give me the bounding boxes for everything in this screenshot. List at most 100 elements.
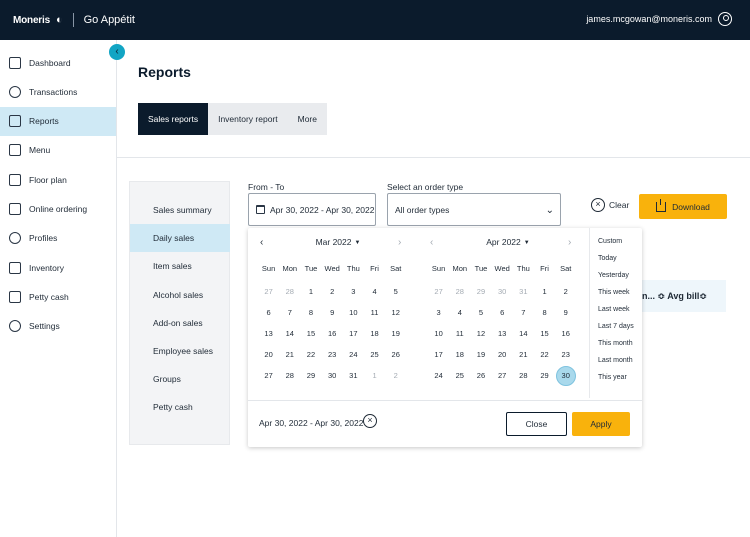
calendar-day[interactable]: 29 bbox=[300, 366, 321, 386]
close-button[interactable]: Close bbox=[506, 412, 567, 436]
calendar-day[interactable]: 30 bbox=[322, 366, 343, 386]
calendar-day[interactable]: 20 bbox=[492, 345, 513, 365]
calendar-day[interactable]: 13 bbox=[258, 324, 279, 344]
calendar-day[interactable]: 22 bbox=[534, 345, 555, 365]
calendar-day[interactable]: 3 bbox=[343, 282, 364, 302]
user-circle-icon[interactable] bbox=[718, 12, 732, 26]
calendar-day[interactable]: 23 bbox=[555, 345, 576, 365]
calendar-day[interactable]: 26 bbox=[385, 345, 406, 365]
calendar-day[interactable]: 9 bbox=[322, 303, 343, 323]
clear-range-icon[interactable]: × bbox=[363, 414, 377, 428]
calendar-day[interactable]: 12 bbox=[470, 324, 491, 344]
report-type-daily-sales[interactable]: Daily sales bbox=[130, 224, 230, 253]
calendar-day[interactable]: 6 bbox=[492, 303, 513, 323]
calendar-day[interactable]: 4 bbox=[364, 282, 385, 302]
download-button[interactable]: Download bbox=[639, 194, 727, 219]
table-header-partial[interactable]: n... ≎ Avg bill≎ bbox=[642, 280, 726, 312]
preset-today[interactable]: Today bbox=[598, 255, 617, 262]
calendar-day[interactable]: 1 bbox=[300, 282, 321, 302]
brand[interactable]: Moneris ◐ Go Appétit bbox=[13, 13, 135, 27]
date-range-field[interactable]: Apr 30, 2022 - Apr 30, 2022 bbox=[248, 193, 376, 226]
calendar-day[interactable]: 1 bbox=[534, 282, 555, 302]
calendar-day[interactable]: 2 bbox=[555, 282, 576, 302]
calendar-day[interactable]: 15 bbox=[534, 324, 555, 344]
calendar-day[interactable]: 17 bbox=[343, 324, 364, 344]
tab-sales-reports[interactable]: Sales reports bbox=[138, 103, 209, 135]
apply-button[interactable]: Apply bbox=[572, 412, 630, 436]
sidebar-item-dashboard[interactable]: Dashboard bbox=[0, 48, 116, 77]
calendar-day[interactable]: 2 bbox=[322, 282, 343, 302]
calendar-day[interactable]: 6 bbox=[258, 303, 279, 323]
report-type-sales-summary[interactable]: Sales summary bbox=[130, 196, 230, 224]
calendar-day[interactable]: 25 bbox=[449, 366, 470, 386]
sidebar-item-floor-plan[interactable]: Floor plan bbox=[0, 165, 116, 194]
prev-month-icon[interactable]: ‹ bbox=[430, 237, 433, 248]
calendar-day[interactable]: 22 bbox=[300, 345, 321, 365]
calendar-day[interactable]: 26 bbox=[470, 366, 491, 386]
calendar-day[interactable]: 18 bbox=[364, 324, 385, 344]
calendar-day[interactable]: 25 bbox=[364, 345, 385, 365]
month-title[interactable]: Mar 2022 ▼ bbox=[308, 237, 368, 247]
calendar-day[interactable]: 12 bbox=[385, 303, 406, 323]
calendar-day[interactable]: 23 bbox=[322, 345, 343, 365]
next-month-icon[interactable]: › bbox=[568, 237, 571, 248]
sidebar-item-menu[interactable]: Menu bbox=[0, 136, 116, 165]
calendar-day[interactable]: 21 bbox=[513, 345, 534, 365]
calendar-day[interactable]: 5 bbox=[385, 282, 406, 302]
calendar-day[interactable]: 4 bbox=[449, 303, 470, 323]
calendar-day[interactable]: 3 bbox=[428, 303, 449, 323]
calendar-day[interactable]: 31 bbox=[343, 366, 364, 386]
calendar-day[interactable]: 28 bbox=[513, 366, 534, 386]
calendar-day[interactable]: 29 bbox=[534, 366, 555, 386]
preset-last-week[interactable]: Last week bbox=[598, 306, 630, 313]
calendar-day[interactable]: 5 bbox=[470, 303, 491, 323]
report-type-employee-sales[interactable]: Employee sales bbox=[130, 337, 230, 365]
calendar-day[interactable]: 11 bbox=[364, 303, 385, 323]
calendar-day[interactable]: 10 bbox=[343, 303, 364, 323]
calendar-day[interactable]: 24 bbox=[343, 345, 364, 365]
report-type-add-on-sales[interactable]: Add-on sales bbox=[130, 309, 230, 337]
calendar-day[interactable]: 14 bbox=[513, 324, 534, 344]
report-type-alcohol-sales[interactable]: Alcohol sales bbox=[130, 281, 230, 309]
calendar-day[interactable]: 8 bbox=[300, 303, 321, 323]
calendar-day[interactable]: 28 bbox=[279, 366, 300, 386]
sidebar-item-reports[interactable]: Reports bbox=[0, 106, 116, 136]
calendar-day[interactable]: 10 bbox=[428, 324, 449, 344]
sidebar-item-inventory[interactable]: Inventory bbox=[0, 253, 116, 282]
report-type-groups[interactable]: Groups bbox=[130, 365, 230, 393]
preset-last-7-days[interactable]: Last 7 days bbox=[598, 323, 634, 330]
preset-custom[interactable]: Custom bbox=[598, 238, 622, 245]
calendar-day[interactable]: 27 bbox=[258, 366, 279, 386]
calendar-day[interactable]: 15 bbox=[300, 324, 321, 344]
calendar-day[interactable]: 19 bbox=[385, 324, 406, 344]
preset-this-week[interactable]: This week bbox=[598, 289, 630, 296]
calendar-day[interactable]: 8 bbox=[534, 303, 555, 323]
calendar-day[interactable]: 21 bbox=[279, 345, 300, 365]
sidebar-item-petty-cash[interactable]: Petty cash bbox=[0, 282, 116, 311]
preset-yesterday[interactable]: Yesterday bbox=[598, 272, 629, 279]
calendar-day[interactable]: 27 bbox=[492, 366, 513, 386]
report-type-item-sales[interactable]: Item sales bbox=[130, 252, 230, 280]
calendar-day[interactable]: 13 bbox=[492, 324, 513, 344]
calendar-day[interactable]: 24 bbox=[428, 366, 449, 386]
preset-this-month[interactable]: This month bbox=[598, 340, 633, 347]
next-month-icon[interactable]: › bbox=[398, 237, 401, 248]
tab-inventory-report[interactable]: Inventory report bbox=[208, 103, 288, 135]
user-menu[interactable]: james.mcgowan@moneris.com bbox=[586, 12, 732, 26]
calendar-day[interactable]: 16 bbox=[555, 324, 576, 344]
preset-last-month[interactable]: Last month bbox=[598, 357, 633, 364]
calendar-day[interactable]: 11 bbox=[449, 324, 470, 344]
sidebar-item-settings[interactable]: Settings bbox=[0, 312, 116, 341]
sidebar-item-transactions[interactable]: Transactions bbox=[0, 77, 116, 106]
calendar-day[interactable]: 9 bbox=[555, 303, 576, 323]
clear-filters-button[interactable]: × Clear bbox=[591, 198, 629, 212]
calendar-day[interactable]: 16 bbox=[322, 324, 343, 344]
calendar-day[interactable]: 19 bbox=[470, 345, 491, 365]
calendar-day[interactable]: 7 bbox=[513, 303, 534, 323]
calendar-day[interactable]: 18 bbox=[449, 345, 470, 365]
sidebar-item-profiles[interactable]: Profiles bbox=[0, 224, 116, 253]
calendar-day[interactable]: 17 bbox=[428, 345, 449, 365]
preset-this-year[interactable]: This year bbox=[598, 374, 627, 381]
calendar-day[interactable]: 7 bbox=[279, 303, 300, 323]
calendar-day[interactable]: 20 bbox=[258, 345, 279, 365]
